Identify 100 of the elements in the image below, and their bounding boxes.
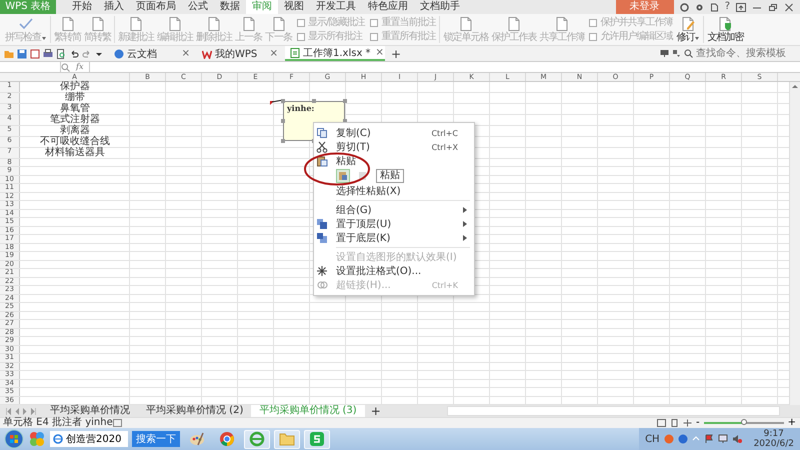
function-button[interactable]: fx (70, 62, 90, 72)
last-sheet-icon[interactable] (31, 408, 36, 414)
page-break-icon[interactable] (683, 419, 692, 427)
tab-close-button[interactable]: × (374, 47, 386, 58)
start-icon[interactable] (4, 429, 24, 449)
horizontal-scrollbar[interactable] (446, 406, 780, 416)
search-field[interactable]: 创造营2020 (50, 431, 128, 447)
taskbar-button[interactable] (274, 430, 300, 448)
ribbon-tab[interactable]: 数据 (214, 0, 246, 14)
input-language[interactable]: CH (645, 434, 660, 444)
browser-icon (249, 431, 265, 447)
close-icon[interactable] (784, 2, 794, 12)
ribbon-tab[interactable]: 公式 (182, 0, 214, 14)
bring-front-icon (316, 218, 328, 230)
document-tab[interactable]: 云文档 × (109, 46, 197, 61)
menu-item[interactable]: 选择性粘贴(X) (314, 184, 474, 198)
help-button[interactable]: ? (724, 0, 730, 14)
shortcut-label: Ctrl+K (432, 280, 459, 290)
cloud-icon (114, 48, 124, 58)
ribbon-tab[interactable]: 特色应用 (362, 0, 414, 14)
document-tab[interactable]: 工作簿1.xlsx * × (285, 46, 385, 61)
menu-item[interactable]: 置于底层(K) (314, 231, 474, 245)
menu-item[interactable]: 粘贴 (314, 154, 474, 168)
spreadsheet-app-icon (309, 431, 325, 447)
volume-icon[interactable] (732, 434, 742, 444)
table-cell-text: 不可吸收缝合线 (39, 137, 111, 147)
spell-check-icon (18, 16, 34, 32)
taskbar-button[interactable] (304, 430, 330, 448)
help-circle-icon[interactable] (678, 434, 688, 444)
tab-close-button[interactable]: × (268, 48, 280, 59)
sheet-tab[interactable]: 平均采购单价情况 (2) (138, 405, 252, 417)
sheet-tab[interactable]: 平均采购单价情况 (42, 405, 138, 417)
sheet-tab[interactable]: 平均采购单价情况 (3) (251, 405, 365, 417)
taskbar-button[interactable] (244, 430, 270, 448)
document-icon[interactable] (710, 2, 719, 12)
zoom-in-button[interactable]: + (788, 418, 796, 428)
clock-time[interactable]: 9:17 (764, 429, 784, 439)
ribbon-tab[interactable]: 审阅 (246, 0, 278, 14)
status-text: 单元格 E4 批注者 yinhe (3, 418, 113, 428)
search-icon[interactable] (61, 62, 70, 72)
first-sheet-icon[interactable] (6, 408, 11, 414)
restore-icon[interactable] (768, 2, 778, 12)
next-sheet-icon[interactable] (23, 408, 27, 414)
paste-option[interactable] (336, 169, 350, 183)
tab-close-button[interactable]: × (180, 48, 192, 59)
flag-icon[interactable] (704, 434, 714, 444)
ribbon-tab[interactable]: 插入 (98, 0, 130, 14)
ring-icon[interactable] (680, 2, 689, 12)
ribbon-tab[interactable]: 页面布局 (130, 0, 182, 14)
new-tab-button[interactable]: + (385, 46, 408, 60)
filter-icon[interactable] (672, 49, 681, 58)
document-tab[interactable]: 我的WPS × (197, 46, 285, 61)
preview-icon[interactable] (56, 48, 66, 58)
menu-item[interactable]: 组合(G) (314, 203, 474, 217)
resize-handle[interactable] (343, 99, 347, 103)
send-back-icon (316, 232, 328, 244)
ribbon-tab[interactable]: 开发工具 (310, 0, 362, 14)
monitor-icon[interactable] (660, 49, 669, 58)
menu-item[interactable]: 置于顶层(U) (314, 217, 474, 231)
add-sheet-button[interactable]: + (364, 405, 387, 417)
clock-date[interactable]: 2020/6/2 (754, 439, 794, 449)
menu-item[interactable]: 复制(C) Ctrl+C (314, 126, 474, 140)
resize-handle[interactable] (281, 99, 285, 103)
annotation-ellipse (303, 152, 371, 186)
vertical-scrollbar[interactable] (789, 82, 800, 405)
input-method-icon[interactable] (664, 434, 674, 444)
ribbon-tab[interactable]: 开始 (66, 0, 98, 14)
note-icon (369, 18, 380, 28)
page-layout-icon[interactable] (670, 419, 679, 427)
resize-handle[interactable] (281, 139, 285, 143)
upload-window-icon[interactable] (736, 2, 746, 12)
apps-icon[interactable] (28, 430, 46, 448)
slider-thumb[interactable] (740, 419, 747, 425)
resize-handle[interactable] (312, 99, 316, 103)
zoom-out-button[interactable]: - (696, 418, 700, 428)
ribbon-tab[interactable]: 文档助手 (414, 0, 466, 14)
export-icon[interactable] (30, 48, 40, 58)
paint-palette-icon (189, 431, 205, 447)
ribbon-button[interactable]: 文档加密 (706, 14, 744, 45)
menu-item[interactable]: 剪切(T) Ctrl+X (314, 140, 474, 154)
table-cell-text: 鼻氧管 (60, 104, 91, 114)
save-icon[interactable] (17, 48, 27, 58)
print-icon[interactable] (43, 48, 53, 58)
note-icon (588, 18, 598, 28)
search-field[interactable]: 查找命令、搜索模板 (696, 46, 796, 60)
previous-sheet-icon[interactable] (15, 408, 19, 414)
chrome-logo-icon (219, 431, 235, 447)
copy-icon (316, 127, 328, 139)
resize-handle[interactable] (281, 119, 285, 123)
menu-item[interactable]: 设置批注格式(O)... (314, 264, 474, 278)
ribbon-button[interactable]: 修订 (675, 14, 702, 45)
network-icon[interactable] (718, 434, 728, 444)
folder-icon[interactable] (4, 48, 14, 58)
search-button[interactable]: 搜索一下 (132, 431, 180, 447)
ribbon-tab[interactable]: 视图 (278, 0, 310, 14)
normal-view-icon[interactable] (657, 419, 666, 427)
settings-icon[interactable] (694, 2, 704, 12)
note-icon (588, 32, 598, 42)
undo-icon[interactable] (69, 48, 79, 58)
comment-author: yinhe: (287, 104, 316, 113)
